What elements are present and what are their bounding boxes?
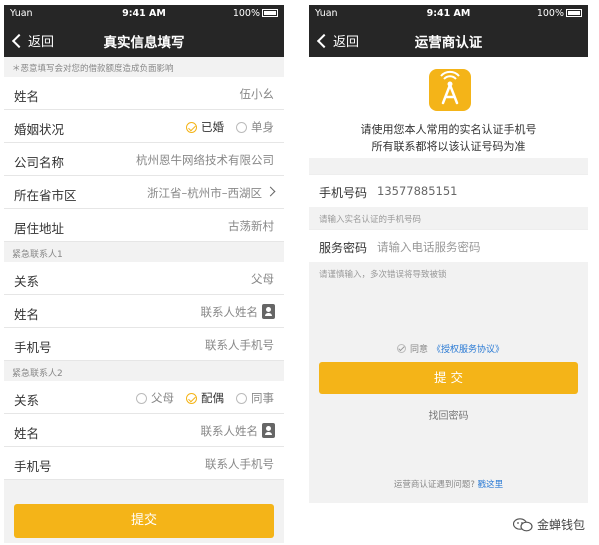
intro-text-line1: 请使用您本人常用的实名认证手机号 bbox=[360, 123, 537, 136]
contact-name-input[interactable]: 联系人姓名 bbox=[201, 304, 259, 320]
battery-icon bbox=[262, 9, 278, 17]
radio-label: 同事 bbox=[251, 391, 274, 405]
battery-icon bbox=[566, 9, 582, 17]
radio-spouse[interactable]: 配偶 bbox=[186, 390, 224, 406]
radio-married[interactable]: 已婚 bbox=[186, 119, 224, 135]
status-bar: Yuan 9:41 AM 100% bbox=[309, 5, 588, 23]
submit-button[interactable]: 提 交 bbox=[319, 362, 578, 394]
agreement-link[interactable]: 《授权服务协议》 bbox=[432, 342, 504, 355]
contact2-relation-field: 关系 父母 配偶 同事 bbox=[4, 381, 284, 414]
address-value[interactable]: 古荡新村 bbox=[228, 218, 274, 234]
contact1-relation-field[interactable]: 关系 父母 bbox=[4, 262, 284, 295]
contact-phone-input[interactable]: 联系人手机号 bbox=[205, 456, 274, 472]
radio-checked-icon bbox=[186, 121, 197, 133]
field-label: 服务密码 bbox=[319, 241, 368, 255]
field-label: 所在省市区 bbox=[14, 188, 77, 203]
radio-unchecked-icon bbox=[236, 392, 247, 404]
forgot-password-link[interactable]: 找回密码 bbox=[309, 407, 588, 422]
address-field[interactable]: 居住地址 古荡新村 bbox=[4, 209, 284, 242]
name-field[interactable]: 姓名 伍小幺 bbox=[4, 77, 284, 110]
service-password-input[interactable]: 请输入电话服务密码 bbox=[377, 239, 481, 255]
battery-percent: 100% bbox=[536, 8, 564, 19]
radio-unchecked-icon bbox=[136, 392, 147, 404]
battery-percent: 100% bbox=[232, 8, 260, 19]
submit-button[interactable]: 提交 bbox=[14, 504, 274, 538]
contact1-header: 紧急联系人1 bbox=[4, 242, 284, 262]
chevron-right-icon[interactable] bbox=[265, 186, 276, 197]
help-row: 运营商认证遇到问题? 戳这里 bbox=[309, 478, 588, 490]
page-title: 运营商认证 bbox=[414, 35, 483, 51]
status-bar: Yuan 9:41 AM 100% bbox=[4, 5, 284, 23]
relation-value[interactable]: 父母 bbox=[251, 271, 274, 287]
radio-checked-icon bbox=[186, 392, 197, 404]
contact1-phone-field[interactable]: 手机号 联系人手机号 bbox=[4, 328, 284, 361]
phone-number-field[interactable]: 手机号码 13577885151 bbox=[309, 174, 588, 207]
wechat-icon bbox=[512, 517, 533, 531]
carrier-auth-screen: Yuan 9:41 AM 100% 返回 运营商认证 请使用您本人常用的实名认证… bbox=[309, 5, 588, 503]
name-value[interactable]: 伍小幺 bbox=[240, 86, 275, 102]
help-text: 运营商认证遇到问题? bbox=[393, 480, 475, 490]
help-link[interactable]: 戳这里 bbox=[478, 480, 504, 490]
radio-label: 单身 bbox=[251, 120, 274, 134]
real-info-screen: Yuan 9:41 AM 100% 返回 真实信息填写 ＊恶意填写会对您的借款额… bbox=[4, 5, 284, 543]
region-field[interactable]: 所在省市区 浙江省–杭州市–西湖区 bbox=[4, 176, 284, 209]
contact2-header: 紧急联系人2 bbox=[4, 361, 284, 381]
field-label: 关系 bbox=[14, 393, 40, 408]
field-label: 婚姻状况 bbox=[14, 122, 65, 137]
field-label: 姓名 bbox=[14, 426, 40, 441]
marital-status-field: 婚姻状况 已婚 单身 bbox=[4, 110, 284, 143]
company-value[interactable]: 杭州恩牛网络技术有限公司 bbox=[136, 152, 274, 168]
nav-bar: 返回 真实信息填写 bbox=[4, 23, 284, 57]
password-hint: 请谨慎输入，多次错误将导致被锁 bbox=[319, 270, 447, 280]
agree-checkbox-icon[interactable] bbox=[397, 344, 406, 353]
contact-book-icon[interactable] bbox=[262, 304, 275, 319]
field-label: 关系 bbox=[14, 274, 40, 289]
contact-book-icon[interactable] bbox=[262, 423, 275, 438]
field-label: 手机号 bbox=[14, 459, 52, 474]
field-label: 居住地址 bbox=[14, 221, 65, 236]
radio-label: 父母 bbox=[151, 391, 174, 405]
nav-bar: 返回 运营商认证 bbox=[309, 23, 588, 57]
radio-single[interactable]: 单身 bbox=[236, 119, 274, 135]
signal-tower-icon bbox=[429, 69, 471, 111]
watermark-text: 金蝉钱包 bbox=[536, 518, 585, 532]
agreement-row: 同意 《授权服务协议》 bbox=[397, 342, 504, 355]
contact2-name-field[interactable]: 姓名 联系人姓名 bbox=[4, 414, 284, 447]
field-label: 手机号码 bbox=[319, 186, 368, 200]
watermark: 金蝉钱包 bbox=[512, 516, 585, 533]
intro-panel: 请使用您本人常用的实名认证手机号 所有联系都将以该认证号码为准 bbox=[309, 57, 588, 158]
phone-number-input[interactable]: 13577885151 bbox=[377, 184, 457, 198]
relation-radio-group: 父母 配偶 同事 bbox=[136, 390, 274, 406]
company-field[interactable]: 公司名称 杭州恩牛网络技术有限公司 bbox=[4, 143, 284, 176]
radio-label: 配偶 bbox=[201, 391, 224, 405]
contact-name-input[interactable]: 联系人姓名 bbox=[201, 423, 259, 439]
intro-text-line2: 所有联系都将以该认证号码为准 bbox=[371, 140, 526, 153]
field-label: 手机号 bbox=[14, 340, 52, 355]
page-title: 真实信息填写 bbox=[103, 35, 185, 51]
contact2-phone-field[interactable]: 手机号 联系人手机号 bbox=[4, 447, 284, 480]
warning-notice: ＊恶意填写会对您的借款额度造成负面影响 bbox=[4, 57, 284, 77]
region-value[interactable]: 浙江省–杭州市–西湖区 bbox=[147, 185, 262, 201]
radio-parents[interactable]: 父母 bbox=[136, 390, 174, 406]
service-password-field[interactable]: 服务密码 请输入电话服务密码 bbox=[309, 229, 588, 262]
field-label: 姓名 bbox=[14, 89, 40, 104]
phone-hint: 请输入实名认证的手机号码 bbox=[319, 215, 422, 225]
contact-phone-input[interactable]: 联系人手机号 bbox=[205, 337, 274, 353]
radio-colleague[interactable]: 同事 bbox=[236, 390, 274, 406]
marital-radio-group: 已婚 单身 bbox=[186, 119, 274, 135]
radio-unchecked-icon bbox=[236, 121, 247, 133]
field-label: 姓名 bbox=[14, 307, 40, 322]
field-label: 公司名称 bbox=[14, 155, 65, 170]
agree-label: 同意 bbox=[410, 345, 429, 355]
contact1-name-field[interactable]: 姓名 联系人姓名 bbox=[4, 295, 284, 328]
radio-label: 已婚 bbox=[201, 120, 224, 134]
